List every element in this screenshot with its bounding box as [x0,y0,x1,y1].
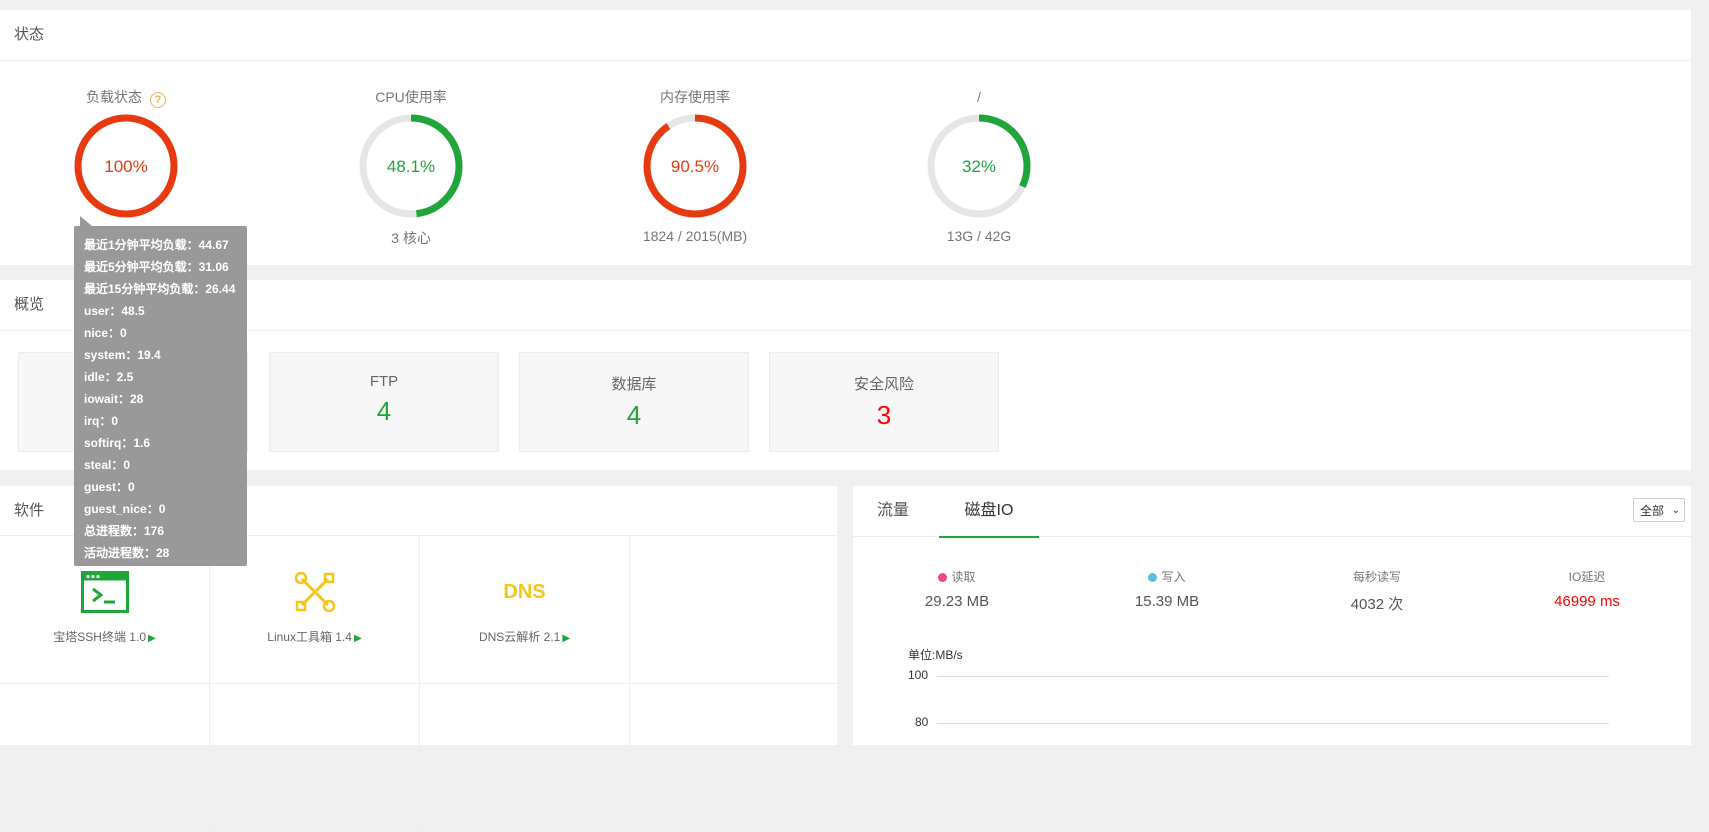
svg-text:48.1%: 48.1% [387,157,435,176]
software-name: 宝塔SSH终端 1.0 [53,630,146,644]
disk-usage: 13G / 42G [946,228,1012,244]
overview-card-database[interactable]: 数据库 4 [519,352,749,452]
software-item-dns[interactable]: DNS DNS云解析 2.1 ▶ [420,536,630,684]
tooltip-line: idle：2.5 [84,370,134,384]
card-value: 4 [376,396,392,426]
software-empty-slot [630,536,839,684]
overview-title: 概览 [0,280,1691,331]
tooltip-line: guest_nice：0 [84,502,166,516]
read-dot-icon [938,573,948,582]
stat-iops: 每秒读写 4032 次 [1287,568,1467,614]
disk-io-chart: 单位:MB/s 100 80 [900,642,1620,745]
tooltip-line: guest：0 [84,480,135,494]
software-empty-slot [210,684,420,832]
tooltip-line: irq：0 [84,414,119,428]
software-empty-slot [420,684,630,832]
overview-card-ftp[interactable]: FTP 4 [269,352,499,452]
write-dot-icon [1148,573,1158,582]
tooltip-line: 最近5分钟平均负载：31.06 [84,260,229,274]
card-label: FTP [369,373,399,390]
load-tooltip: 最近1分钟平均负载：44.67 最近5分钟平均负载：31.06 最近15分钟平均… [74,226,247,566]
card-label: 安全风险 [853,376,914,393]
play-icon: ▶ [354,633,362,644]
load-ring: 100% [74,114,178,218]
stat-read: 读取 29.23 MB [867,568,1047,610]
y-tick-label: 100 [908,668,929,682]
memory-ring: 90.5% [643,114,747,218]
tooltip-line: 最近1分钟平均负载：44.67 [84,238,229,252]
tooltip-arrow [80,216,92,226]
tooltip-line: steal：0 [84,458,131,472]
disk-label: / [977,89,981,105]
y-tick-label: 80 [915,715,929,729]
stat-value: 46999 ms [1554,593,1620,610]
tools-icon [210,570,419,614]
stat-value: 15.39 MB [1134,593,1200,610]
play-icon: ▶ [562,633,571,644]
stat-value: 29.23 MB [924,593,990,610]
range-select-value: 全部 [1640,504,1665,518]
tooltip-line: system：19.4 [84,348,161,362]
software-name: DNS云解析 2.1 [478,630,561,644]
memory-label: 内存使用率 [660,89,730,105]
stat-label: 读取 [951,570,976,584]
dns-icon: DNS [503,580,546,603]
load-label: 负载状态 [86,89,142,105]
status-title: 状态 [0,10,1691,61]
cpu-gauge[interactable]: CPU使用率 48.1% 3 核心 [311,86,511,248]
stat-label: IO延迟 [1568,570,1606,584]
tooltip-line: 总进程数：176 [84,524,165,538]
disk-gauge[interactable]: / 32% 13G / 42G [879,86,1079,244]
chevron-down-icon: ⌄ [1671,505,1680,516]
cpu-ring: 48.1% [359,114,463,218]
tooltip-line: user：48.5 [84,304,145,318]
gridline [937,723,1609,724]
card-label: 数据库 [611,376,657,393]
tab-traffic[interactable]: 流量 [853,486,933,536]
tooltip-line: nice：0 [84,326,127,340]
svg-text:100%: 100% [104,157,147,176]
tooltip-line: iowait：28 [84,392,144,406]
stat-value: 4032 次 [1350,596,1404,613]
cpu-label: CPU使用率 [375,89,447,105]
terminal-icon [0,570,209,614]
gridline [937,676,1609,677]
software-name: Linux工具箱 1.4 [267,630,352,644]
play-icon: ▶ [148,633,156,644]
card-value: 4 [626,400,642,430]
cpu-cores: 3 核心 [391,230,431,246]
stat-write: 写入 15.39 MB [1077,568,1257,610]
load-gauge[interactable]: 负载状态? 100% [26,86,226,220]
stat-io-latency: IO延迟 46999 ms [1497,568,1677,610]
status-panel: 状态 负载状态? 100% CPU使用率 48.1% 3 核心 内存使用率 90… [0,10,1691,265]
disk-ring: 32% [927,114,1031,218]
software-empty-slot [0,684,210,832]
tooltip-line: 最近15分钟平均负载：26.44 [84,282,236,296]
help-icon[interactable]: ? [150,92,166,108]
memory-usage: 1824 / 2015(MB) [642,228,748,244]
memory-gauge[interactable]: 内存使用率 90.5% 1824 / 2015(MB) [595,86,795,244]
svg-text:32%: 32% [962,157,996,176]
chart-unit-label: 单位:MB/s [908,648,963,662]
stat-label: 写入 [1161,570,1186,584]
svg-text:90.5%: 90.5% [671,157,719,176]
card-value: 3 [876,400,892,430]
range-select[interactable]: 全部 ⌄ [1633,498,1685,522]
tab-disk-io[interactable]: 磁盘IO [939,486,1039,538]
tooltip-line: softirq：1.6 [84,436,151,450]
overview-card-security[interactable]: 安全风险 3 [769,352,999,452]
stat-label: 每秒读写 [1352,570,1401,584]
tooltip-line: 活动进程数：28 [84,546,170,560]
